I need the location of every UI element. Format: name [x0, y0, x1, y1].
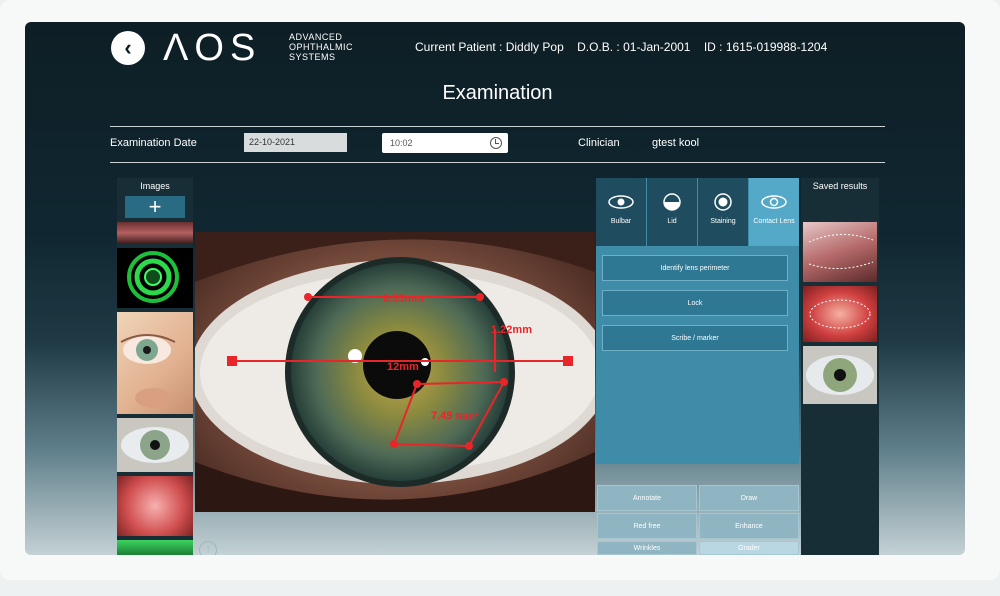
- identify-lens-perimeter-button[interactable]: Identify lens perimeter: [602, 255, 788, 281]
- images-panel: Images +: [117, 178, 193, 555]
- thumbnail-graphic: [809, 299, 871, 329]
- tab-staining[interactable]: Staining: [698, 178, 748, 246]
- image-thumbnail[interactable]: [117, 476, 193, 536]
- exam-date-label: Examination Date: [110, 137, 197, 149]
- eye-icon: [607, 194, 635, 210]
- divider: [110, 162, 885, 163]
- enhance-button[interactable]: Enhance: [699, 513, 799, 539]
- annotate-button[interactable]: Annotate: [597, 485, 697, 511]
- draw-button[interactable]: Draw: [699, 485, 799, 511]
- eye-image-canvas: 12mm 8.55mm 1.22mm 7.49 mm²: [195, 232, 595, 512]
- back-button[interactable]: ‹: [111, 31, 145, 65]
- thumbnail-graphic: [120, 334, 176, 408]
- logo-subtitle: ADVANCED OPHTHALMIC SYSTEMS: [289, 32, 354, 62]
- app-window: ‹ ΛOS ADVANCED OPHTHALMIC SYSTEMS Curren…: [25, 22, 965, 555]
- images-title: Images: [140, 181, 170, 191]
- saved-thumbnail[interactable]: [803, 222, 877, 282]
- red-free-button[interactable]: Red free: [597, 513, 697, 539]
- clock-icon[interactable]: [490, 137, 502, 149]
- exam-time-field[interactable]: 10:02: [382, 133, 508, 153]
- saved-results-panel: Saved results: [801, 178, 879, 555]
- patient-name: Current Patient : Diddly Pop: [415, 40, 564, 54]
- page-title: Examination: [442, 82, 553, 104]
- lock-button[interactable]: Lock: [602, 290, 788, 316]
- measurement-horizontal: 12mm: [387, 361, 419, 373]
- measurement-right: 1.22mm: [491, 324, 532, 336]
- tool-panel: Bulbar Lid Staining Contact Lens Identif…: [596, 178, 799, 464]
- image-thumbnail[interactable]: [117, 222, 193, 244]
- thumbnail-graphic: [127, 251, 179, 303]
- contact-lens-icon: [760, 194, 788, 210]
- thumbnail-graphic: [121, 427, 189, 463]
- image-thumbnail[interactable]: [117, 248, 193, 308]
- mode-tabs: Bulbar Lid Staining Contact Lens: [596, 178, 799, 246]
- saved-thumbnail[interactable]: [803, 346, 877, 404]
- half-circle-icon: [658, 193, 686, 211]
- grader-button[interactable]: Grader: [699, 541, 799, 555]
- measurement-area: 7.49 mm²: [431, 410, 479, 422]
- image-thumbnail[interactable]: [117, 418, 193, 472]
- saved-results-title: Saved results: [812, 181, 868, 191]
- patient-id: ID : 1615-019988-1204: [703, 40, 828, 54]
- main-eye-image[interactable]: 12mm 8.55mm 1.22mm 7.49 mm²: [195, 232, 595, 512]
- image-thumbnail[interactable]: [117, 540, 193, 555]
- scribe-marker-button[interactable]: Scribe / marker: [602, 325, 788, 351]
- tab-lid[interactable]: Lid: [647, 178, 697, 246]
- divider: [110, 126, 885, 127]
- clinician-label: Clinician: [578, 137, 620, 149]
- thumbnail-graphic: [808, 233, 874, 270]
- patient-dob: D.O.B. : 01-Jan-2001: [577, 40, 691, 54]
- target-icon: [709, 193, 737, 211]
- tab-contact-lens[interactable]: Contact Lens: [749, 178, 799, 246]
- clinician-value: gtest kool: [652, 137, 700, 149]
- thumbnail-graphic: [806, 355, 874, 395]
- wrinkles-button[interactable]: Wrinkles: [597, 541, 697, 555]
- add-image-button[interactable]: +: [125, 196, 185, 218]
- chevron-left-icon: ‹: [124, 35, 132, 60]
- image-thumbnail[interactable]: [117, 312, 193, 414]
- exam-date-field[interactable]: 22-10-2021: [244, 133, 347, 152]
- tab-bulbar[interactable]: Bulbar: [596, 178, 646, 246]
- logo: ΛOS: [163, 27, 262, 69]
- upload-icon[interactable]: ↑: [199, 541, 217, 555]
- saved-thumbnail[interactable]: [803, 286, 877, 342]
- patient-info: Current Patient : Diddly Pop D.O.B. : 01…: [415, 40, 837, 54]
- measurement-top: 8.55mm: [383, 293, 424, 305]
